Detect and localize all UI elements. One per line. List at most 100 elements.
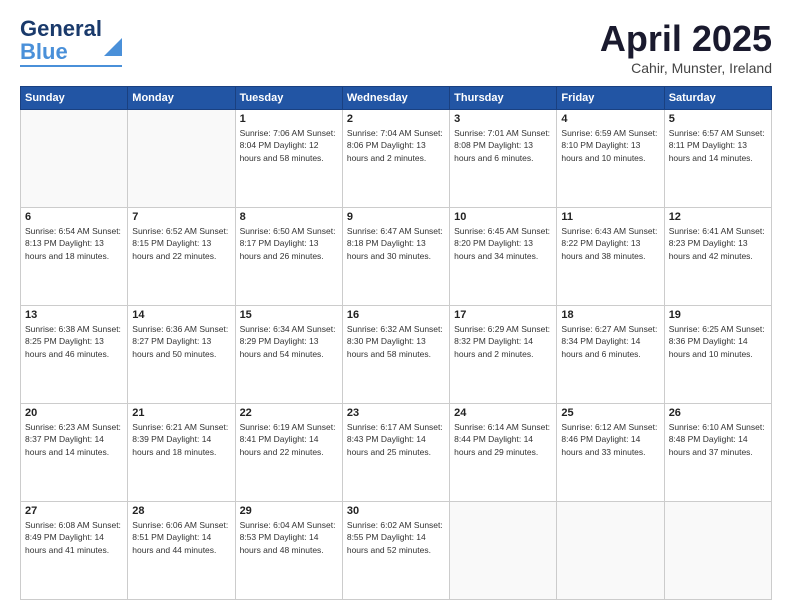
table-row: 10Sunrise: 6:45 AM Sunset: 8:20 PM Dayli…	[450, 208, 557, 306]
calendar-week-row: 13 Sunrise: 6:38 AM Sunset: 8:25 PM Dayli…	[21, 306, 772, 404]
day-info: Sunrise: 6:21 AM Sunset: 8:39 PM Dayligh…	[132, 421, 230, 458]
day-info: Sunrise: 6:41 AM Sunset: 8:23 PM Dayligh…	[669, 225, 767, 262]
table-row	[557, 502, 664, 600]
day-info: Sunrise: 6:04 AM Sunset: 8:53 PM Dayligh…	[240, 519, 338, 556]
calendar-week-row: 20 Sunrise: 6:23 AM Sunset: 8:37 PM Dayli…	[21, 404, 772, 502]
day-number: 12	[669, 211, 767, 223]
day-number: 17	[454, 309, 552, 321]
day-number: 27	[25, 505, 123, 517]
day-number: 30	[347, 505, 445, 517]
day-number: 8	[240, 211, 338, 223]
header: General Blue April 2025 Cahir, Munster, …	[20, 18, 772, 76]
day-info: Sunrise: 6:47 AM Sunset: 8:18 PM Dayligh…	[347, 225, 445, 262]
logo-icon	[104, 38, 122, 56]
col-thursday: Thursday	[450, 87, 557, 110]
day-info: Sunrise: 6:14 AM Sunset: 8:44 PM Dayligh…	[454, 421, 552, 458]
day-info: Sunrise: 6:59 AM Sunset: 8:10 PM Dayligh…	[561, 127, 659, 164]
day-number: 23	[347, 407, 445, 419]
table-row: 22Sunrise: 6:19 AM Sunset: 8:41 PM Dayli…	[235, 404, 342, 502]
day-number: 15	[240, 309, 338, 321]
table-row: 14Sunrise: 6:36 AM Sunset: 8:27 PM Dayli…	[128, 306, 235, 404]
day-number: 29	[240, 505, 338, 517]
table-row: 20 Sunrise: 6:23 AM Sunset: 8:37 PM Dayli…	[21, 404, 128, 502]
day-number: 2	[347, 113, 445, 125]
day-number: 25	[561, 407, 659, 419]
day-number: 21	[132, 407, 230, 419]
calendar-table: Sunday Monday Tuesday Wednesday Thursday…	[20, 86, 772, 600]
table-row: 4 Sunrise: 6:59 AM Sunset: 8:10 PM Daylig…	[557, 110, 664, 208]
col-sunday: Sunday	[21, 87, 128, 110]
calendar-header-row: Sunday Monday Tuesday Wednesday Thursday…	[21, 87, 772, 110]
title-block: April 2025 Cahir, Munster, Ireland	[600, 18, 772, 76]
day-number: 14	[132, 309, 230, 321]
table-row: 13 Sunrise: 6:38 AM Sunset: 8:25 PM Dayli…	[21, 306, 128, 404]
col-wednesday: Wednesday	[342, 87, 449, 110]
day-info: Sunrise: 6:10 AM Sunset: 8:48 PM Dayligh…	[669, 421, 767, 458]
title-month: April 2025	[600, 18, 772, 60]
logo-blue: Blue	[20, 39, 68, 64]
table-row: 28Sunrise: 6:06 AM Sunset: 8:51 PM Dayli…	[128, 502, 235, 600]
table-row: 3 Sunrise: 7:01 AM Sunset: 8:08 PM Daylig…	[450, 110, 557, 208]
table-row	[450, 502, 557, 600]
day-info: Sunrise: 6:32 AM Sunset: 8:30 PM Dayligh…	[347, 323, 445, 360]
table-row: 15 Sunrise: 6:34 AM Sunset: 8:29 PM Dayli…	[235, 306, 342, 404]
day-info: Sunrise: 6:50 AM Sunset: 8:17 PM Dayligh…	[240, 225, 338, 262]
table-row: 8 Sunrise: 6:50 AM Sunset: 8:17 PM Daylig…	[235, 208, 342, 306]
table-row: 16 Sunrise: 6:32 AM Sunset: 8:30 PM Dayli…	[342, 306, 449, 404]
calendar-week-row: 6Sunrise: 6:54 AM Sunset: 8:13 PM Daylig…	[21, 208, 772, 306]
day-number: 22	[240, 407, 338, 419]
table-row	[21, 110, 128, 208]
day-info: Sunrise: 7:06 AM Sunset: 8:04 PM Dayligh…	[240, 127, 338, 164]
day-number: 13	[25, 309, 123, 321]
table-row	[664, 502, 771, 600]
day-number: 18	[561, 309, 659, 321]
title-location: Cahir, Munster, Ireland	[600, 60, 772, 76]
day-info: Sunrise: 6:08 AM Sunset: 8:49 PM Dayligh…	[25, 519, 123, 556]
calendar-week-row: 1Sunrise: 7:06 AM Sunset: 8:04 PM Daylig…	[21, 110, 772, 208]
day-number: 20	[25, 407, 123, 419]
table-row: 23Sunrise: 6:17 AM Sunset: 8:43 PM Dayli…	[342, 404, 449, 502]
day-info: Sunrise: 6:43 AM Sunset: 8:22 PM Dayligh…	[561, 225, 659, 262]
day-info: Sunrise: 7:04 AM Sunset: 8:06 PM Dayligh…	[347, 127, 445, 164]
table-row: 7 Sunrise: 6:52 AM Sunset: 8:15 PM Daylig…	[128, 208, 235, 306]
day-number: 5	[669, 113, 767, 125]
day-info: Sunrise: 6:12 AM Sunset: 8:46 PM Dayligh…	[561, 421, 659, 458]
page: General Blue April 2025 Cahir, Munster, …	[0, 0, 792, 612]
table-row: 25 Sunrise: 6:12 AM Sunset: 8:46 PM Dayli…	[557, 404, 664, 502]
day-info: Sunrise: 6:25 AM Sunset: 8:36 PM Dayligh…	[669, 323, 767, 360]
day-number: 7	[132, 211, 230, 223]
day-number: 26	[669, 407, 767, 419]
table-row	[128, 110, 235, 208]
table-row: 18 Sunrise: 6:27 AM Sunset: 8:34 PM Dayli…	[557, 306, 664, 404]
table-row: 21 Sunrise: 6:21 AM Sunset: 8:39 PM Dayli…	[128, 404, 235, 502]
day-info: Sunrise: 6:52 AM Sunset: 8:15 PM Dayligh…	[132, 225, 230, 262]
logo-general: General	[20, 16, 102, 41]
col-friday: Friday	[557, 87, 664, 110]
day-number: 3	[454, 113, 552, 125]
col-saturday: Saturday	[664, 87, 771, 110]
table-row: 27 Sunrise: 6:08 AM Sunset: 8:49 PM Dayli…	[21, 502, 128, 600]
table-row: 19 Sunrise: 6:25 AM Sunset: 8:36 PM Dayli…	[664, 306, 771, 404]
table-row: 29 Sunrise: 6:04 AM Sunset: 8:53 PM Dayli…	[235, 502, 342, 600]
table-row: 2 Sunrise: 7:04 AM Sunset: 8:06 PM Daylig…	[342, 110, 449, 208]
day-info: Sunrise: 6:29 AM Sunset: 8:32 PM Dayligh…	[454, 323, 552, 360]
day-number: 4	[561, 113, 659, 125]
day-info: Sunrise: 6:27 AM Sunset: 8:34 PM Dayligh…	[561, 323, 659, 360]
table-row: 17 Sunrise: 6:29 AM Sunset: 8:32 PM Dayli…	[450, 306, 557, 404]
table-row: 6Sunrise: 6:54 AM Sunset: 8:13 PM Daylig…	[21, 208, 128, 306]
day-number: 11	[561, 211, 659, 223]
day-info: Sunrise: 7:01 AM Sunset: 8:08 PM Dayligh…	[454, 127, 552, 164]
col-tuesday: Tuesday	[235, 87, 342, 110]
day-info: Sunrise: 6:23 AM Sunset: 8:37 PM Dayligh…	[25, 421, 123, 458]
day-info: Sunrise: 6:34 AM Sunset: 8:29 PM Dayligh…	[240, 323, 338, 360]
day-number: 16	[347, 309, 445, 321]
day-number: 19	[669, 309, 767, 321]
day-number: 9	[347, 211, 445, 223]
day-info: Sunrise: 6:38 AM Sunset: 8:25 PM Dayligh…	[25, 323, 123, 360]
table-row: 30Sunrise: 6:02 AM Sunset: 8:55 PM Dayli…	[342, 502, 449, 600]
day-info: Sunrise: 6:57 AM Sunset: 8:11 PM Dayligh…	[669, 127, 767, 164]
table-row: 26 Sunrise: 6:10 AM Sunset: 8:48 PM Dayli…	[664, 404, 771, 502]
day-number: 28	[132, 505, 230, 517]
calendar-week-row: 27 Sunrise: 6:08 AM Sunset: 8:49 PM Dayli…	[21, 502, 772, 600]
col-monday: Monday	[128, 87, 235, 110]
